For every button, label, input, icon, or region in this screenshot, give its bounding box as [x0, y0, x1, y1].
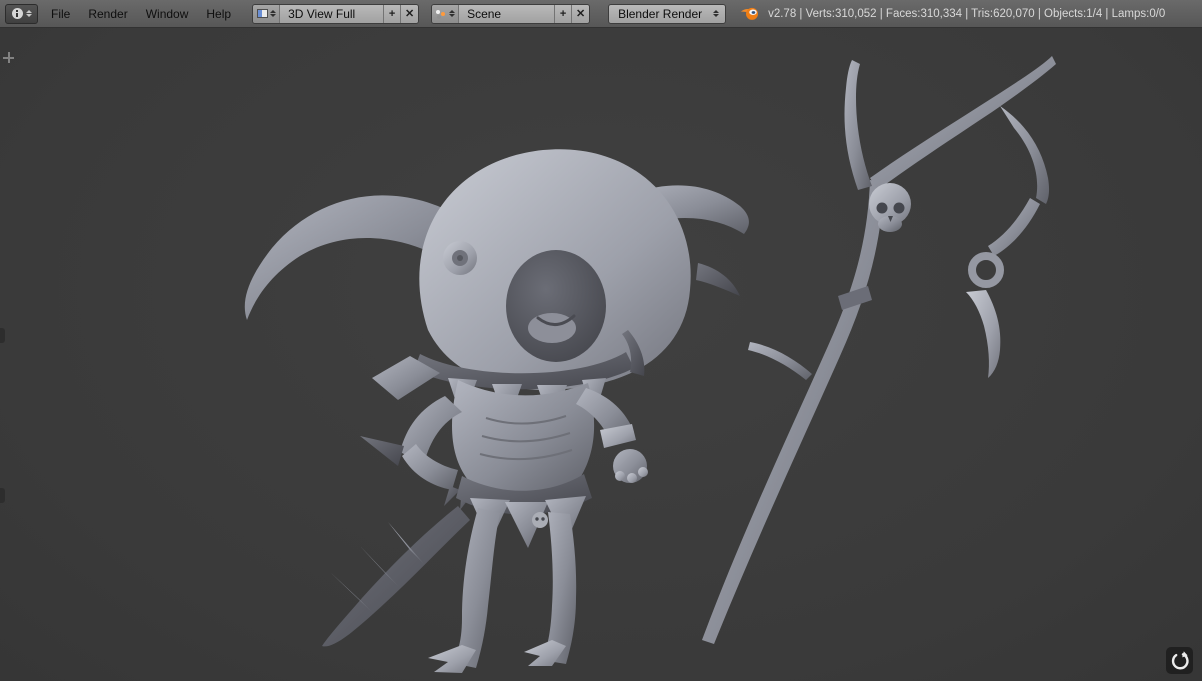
menu-bar: File Render Window Help	[42, 0, 240, 27]
screen-layout-delete-button[interactable]: ✕	[401, 4, 419, 23]
region-split-handle[interactable]	[3, 52, 14, 63]
viewport-canvas[interactable]	[0, 28, 1202, 681]
chibi-demon-character-sculpt[interactable]	[244, 149, 749, 673]
skull-staff-sculpt[interactable]	[702, 56, 1056, 644]
scene-statistics: v2.78 | Verts:310,052 | Faces:310,334 | …	[768, 7, 1166, 20]
info-editor-icon	[11, 8, 23, 19]
render-engine-value: Blender Render	[618, 6, 703, 21]
scene-add-button[interactable]: +	[555, 4, 573, 23]
scene-selector: Scene + ✕	[431, 3, 591, 24]
scene-name-field[interactable]: Scene	[459, 4, 556, 23]
double-arrow-icon	[713, 10, 720, 17]
screen-layout-selector: 3D View Full + ✕	[252, 3, 420, 24]
double-arrow-icon	[25, 10, 32, 17]
region-collapse-tab[interactable]	[0, 488, 5, 503]
screen-layout-name-field[interactable]: 3D View Full	[280, 4, 385, 23]
menu-render[interactable]: Render	[79, 0, 136, 28]
menu-help[interactable]: Help	[197, 0, 240, 28]
double-arrow-icon	[269, 10, 276, 17]
menu-window[interactable]: Window	[137, 0, 198, 28]
scene-icon	[435, 9, 447, 19]
blender-window: File Render Window Help 3D View Full + ✕…	[0, 0, 1202, 681]
info-header-bar: File Render Window Help 3D View Full + ✕…	[0, 0, 1202, 28]
region-collapse-tab[interactable]	[0, 328, 5, 343]
screen-layout-browse-button[interactable]	[253, 4, 281, 23]
editor-type-button[interactable]	[5, 3, 38, 24]
render-engine-select[interactable]: Blender Render	[608, 3, 727, 24]
viewport-3d[interactable]	[0, 28, 1202, 681]
circular-arrow-icon[interactable]	[1166, 647, 1193, 674]
scene-delete-button[interactable]: ✕	[572, 4, 590, 23]
screen-layout-icon	[256, 9, 268, 18]
menu-file[interactable]: File	[42, 0, 79, 28]
double-arrow-icon	[449, 10, 456, 17]
blender-logo	[740, 7, 759, 20]
screen-layout-add-button[interactable]: +	[384, 4, 402, 23]
scene-browse-button[interactable]	[432, 4, 460, 23]
